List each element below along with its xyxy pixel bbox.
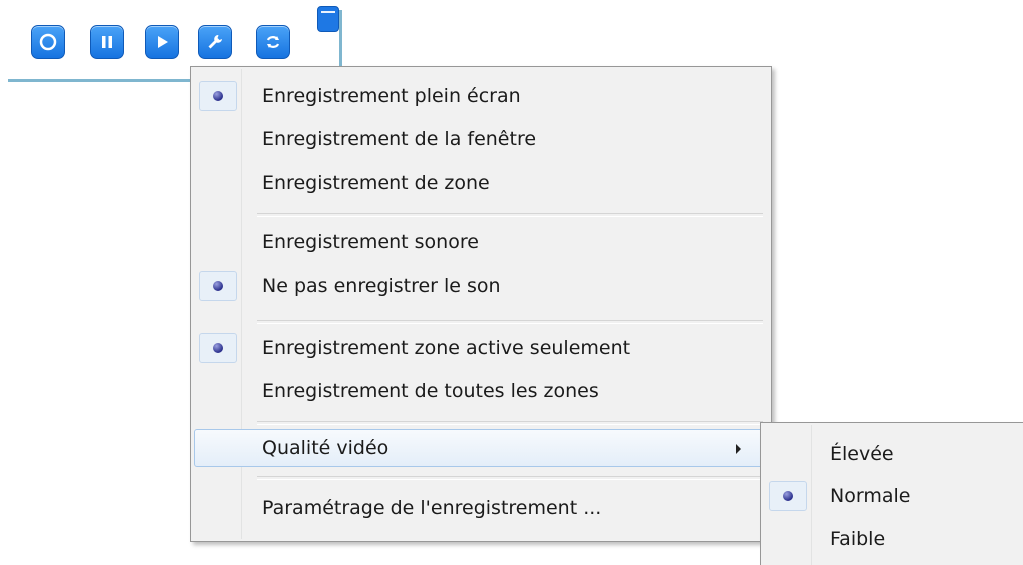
menu-item-sound-recording[interactable]: Enregistrement sonore [194,223,768,261]
menu-separator [257,476,763,480]
menu-item-label: Enregistrement de zone [262,172,490,194]
menu-item-label: Ne pas enregistrer le son [262,275,501,297]
menu-item-no-sound[interactable]: Ne pas enregistrer le son [194,267,768,305]
menu-separator [257,320,763,324]
radio-check [769,481,807,511]
menu-separator [257,213,763,217]
wrench-icon [208,35,222,49]
menu-item-label: Enregistrement sonore [262,231,479,253]
submenu-item-label: Élevée [830,443,894,465]
play-icon [158,36,168,48]
drag-handle[interactable] [317,6,339,32]
menu-item-all-zones[interactable]: Enregistrement de toutes les zones [194,372,768,410]
submenu-item-normal[interactable]: Normale [764,477,1023,515]
menu-item-recording-settings[interactable]: Paramétrage de l'enregistrement ... [194,489,768,527]
pause-icon [102,36,112,48]
menu-item-label: Enregistrement de la fenêtre [262,128,537,150]
menu-item-label: Qualité vidéo [262,437,389,459]
record-icon [39,33,57,51]
submenu-item-label: Faible [830,528,886,550]
record-button[interactable] [31,25,65,59]
submenu-item-low[interactable]: Faible [764,520,1023,558]
menu-item-video-quality[interactable]: Qualité vidéo [194,429,768,467]
radio-check [199,271,237,301]
settings-button[interactable] [198,25,232,59]
menu-item-area-recording[interactable]: Enregistrement de zone [194,164,768,202]
radio-dot-icon [213,343,223,353]
radio-dot-icon [213,281,223,291]
submenu-item-high[interactable]: Élevée [764,435,1023,473]
loop-icon [266,36,280,48]
menu-item-fullscreen-recording[interactable]: Enregistrement plein écran [194,77,768,115]
radio-check [199,333,237,363]
context-menu: Enregistrement plein écran Enregistremen… [190,66,772,542]
menu-item-active-zone-only[interactable]: Enregistrement zone active seulement [194,329,768,367]
video-quality-submenu: Élevée Normale Faible [760,422,1023,565]
radio-dot-icon [783,491,793,501]
radio-check [199,81,237,111]
menu-item-window-recording[interactable]: Enregistrement de la fenêtre [194,120,768,158]
radio-dot-icon [213,91,223,101]
menu-separator [257,421,763,425]
menu-item-label: Paramétrage de l'enregistrement ... [262,497,602,519]
menu-item-label: Enregistrement plein écran [262,85,521,107]
menu-item-label: Enregistrement zone active seulement [262,337,631,359]
play-button[interactable] [145,25,179,59]
pause-button[interactable] [90,25,124,59]
submenu-item-label: Normale [830,485,911,507]
loop-button[interactable] [256,25,290,59]
submenu-arrow-icon [736,444,741,454]
menu-item-label: Enregistrement de toutes les zones [262,380,599,402]
